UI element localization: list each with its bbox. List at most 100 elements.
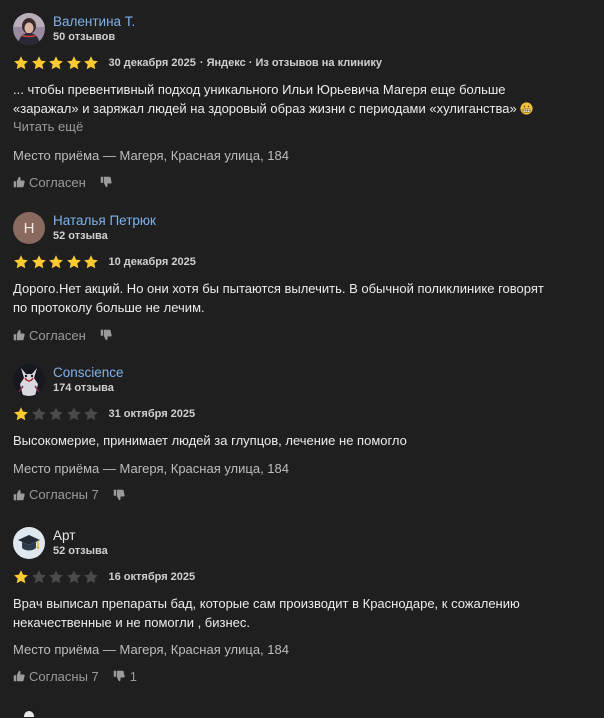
thumb-up-icon — [13, 329, 25, 341]
agree-button[interactable]: Согласен — [13, 175, 86, 190]
grimacing-face-emoji-icon — [520, 101, 533, 115]
disagree-count: 1 — [129, 668, 137, 684]
agree-label: Согласны 7 — [29, 668, 99, 684]
review-date: 30 декабря 2025 — [108, 57, 196, 69]
star-rating — [13, 254, 101, 270]
thumb-up-icon — [13, 176, 25, 188]
disagree-button[interactable] — [113, 489, 130, 501]
author-review-count: 52 отзыва — [53, 229, 108, 242]
rating-row: 30 декабря 2025 · Яндекс · Из отзывов на… — [13, 54, 598, 72]
star-filled-icon — [31, 55, 47, 71]
avatar-photo — [13, 13, 45, 45]
star-empty-icon — [48, 569, 64, 585]
graduation-cap-icon — [18, 535, 40, 551]
disagree-button[interactable] — [100, 329, 117, 341]
agree-label: Согласен — [29, 174, 86, 190]
review-author: Conscience 174 отзыва — [13, 364, 598, 396]
visit-place: Место приёма — Магеря, Красная улица, 18… — [13, 148, 289, 163]
visit-place: Место приёма — Магеря, Красная улица, 18… — [13, 460, 289, 476]
thumb-down-icon — [113, 489, 125, 501]
author-review-count: 174 отзыва — [53, 381, 114, 394]
review-text-line: Дорого.Нет акций. Но они хотя бы пытаютс… — [13, 281, 544, 296]
star-filled-icon — [31, 254, 47, 270]
avatar[interactable] — [13, 527, 45, 559]
disagree-button[interactable]: 1 — [113, 669, 137, 684]
review-card: Conscience 174 отзыва 31 октября 2025 Вы… — [13, 364, 598, 504]
star-filled-icon — [13, 406, 29, 422]
review-text-line: Высокомерие, принимает людей за глупцов,… — [13, 433, 407, 448]
review-date: 16 октября 2025 — [108, 571, 196, 583]
review-text-line: «заражал» и заряжал людей на здоровый об… — [13, 100, 593, 119]
star-empty-icon — [66, 406, 82, 422]
review-date: 31 октября 2025 — [108, 408, 196, 420]
author-name-link[interactable]: Валентина Т. — [53, 14, 135, 30]
author-name-link[interactable]: Conscience — [53, 365, 124, 381]
read-more-link[interactable]: Читать ещё — [13, 118, 598, 136]
rating-row: 10 декабря 2025 — [13, 253, 598, 271]
next-review-avatar — [13, 710, 45, 718]
review-text-line: по протоколу больше не лечим. — [13, 299, 205, 315]
star-filled-icon — [48, 55, 64, 71]
agree-label: Согласны 7 — [29, 487, 99, 502]
star-filled-icon — [13, 569, 29, 585]
review-card: Арт 52 отзыва 16 октября 2025 Врач выпис… — [13, 527, 598, 685]
star-filled-icon — [13, 55, 29, 71]
author-name[interactable]: Арт — [53, 528, 108, 544]
thumb-down-icon — [100, 329, 112, 341]
star-empty-icon — [31, 406, 47, 422]
avatar[interactable]: Н — [13, 212, 45, 244]
agree-button[interactable]: Согласны 7 — [13, 669, 99, 684]
review-text: Высокомерие, принимает людей за глупцов,… — [13, 432, 593, 451]
review-text: ... чтобы превентивный подход уникальног… — [13, 81, 593, 118]
review-author: Н Наталья Петрюк 52 отзыва — [13, 212, 598, 244]
author-review-count: 52 отзыва — [53, 544, 108, 557]
avatar-photo — [13, 364, 45, 396]
review-text-line: Врач выписал препараты бад, которые сам … — [13, 596, 520, 611]
review-actions: Согласны 7 — [13, 486, 598, 504]
thumb-down-icon — [100, 176, 112, 188]
avatar[interactable] — [13, 364, 45, 396]
review-date: 10 декабря 2025 — [108, 256, 196, 268]
review-actions: Согласны 7 1 — [13, 667, 598, 685]
agree-label: Согласен — [29, 327, 86, 343]
star-empty-icon — [48, 406, 64, 422]
thumb-up-icon — [13, 489, 25, 501]
star-empty-icon — [66, 569, 82, 585]
rating-row: 31 октября 2025 — [13, 405, 598, 423]
thumb-up-icon — [13, 670, 25, 682]
avatar-letter: Н — [23, 219, 35, 237]
star-rating — [13, 55, 101, 71]
review-text-line: ... чтобы превентивный подход уникальног… — [13, 82, 506, 97]
agree-button[interactable]: Согласен — [13, 328, 86, 343]
review-actions: Согласен — [13, 326, 598, 344]
review-text-line: некачественные и не помогли , бизнес. — [13, 614, 250, 630]
star-filled-icon — [66, 55, 82, 71]
star-filled-icon — [13, 254, 29, 270]
star-filled-icon — [83, 254, 99, 270]
star-rating — [13, 569, 101, 585]
star-empty-icon — [31, 569, 47, 585]
star-rating — [13, 406, 101, 422]
author-name-link[interactable]: Наталья Петрюк — [53, 213, 156, 229]
visit-place: Место приёма — Магеря, Красная улица, 18… — [13, 642, 289, 657]
avatar[interactable] — [13, 13, 45, 45]
review-text: Дорого.Нет акций. Но они хотя бы пытаютс… — [13, 280, 593, 317]
star-filled-icon — [48, 254, 64, 270]
review-source: · Яндекс · Из отзывов на клинику — [199, 57, 382, 69]
review-author: Арт 52 отзыва — [13, 527, 598, 559]
review-card: Валентина Т. 50 отзывов 30 декабря 2025 … — [13, 13, 598, 191]
reviews-list: Валентина Т. 50 отзывов 30 декабря 2025 … — [0, 0, 604, 718]
disagree-button[interactable] — [100, 176, 117, 188]
author-review-count: 50 отзывов — [53, 30, 116, 43]
thumb-down-icon — [113, 670, 125, 682]
star-filled-icon — [83, 55, 99, 71]
star-filled-icon — [66, 254, 82, 270]
star-empty-icon — [83, 406, 99, 422]
review-author: Валентина Т. 50 отзывов — [13, 13, 598, 45]
rating-row: 16 октября 2025 — [13, 568, 598, 586]
review-text: Врач выписал препараты бад, которые сам … — [13, 595, 593, 632]
agree-button[interactable]: Согласны 7 — [13, 487, 99, 502]
review-actions: Согласен — [13, 173, 598, 191]
review-card: Н Наталья Петрюк 52 отзыва 10 декабря 20… — [13, 212, 598, 344]
star-empty-icon — [83, 569, 99, 585]
